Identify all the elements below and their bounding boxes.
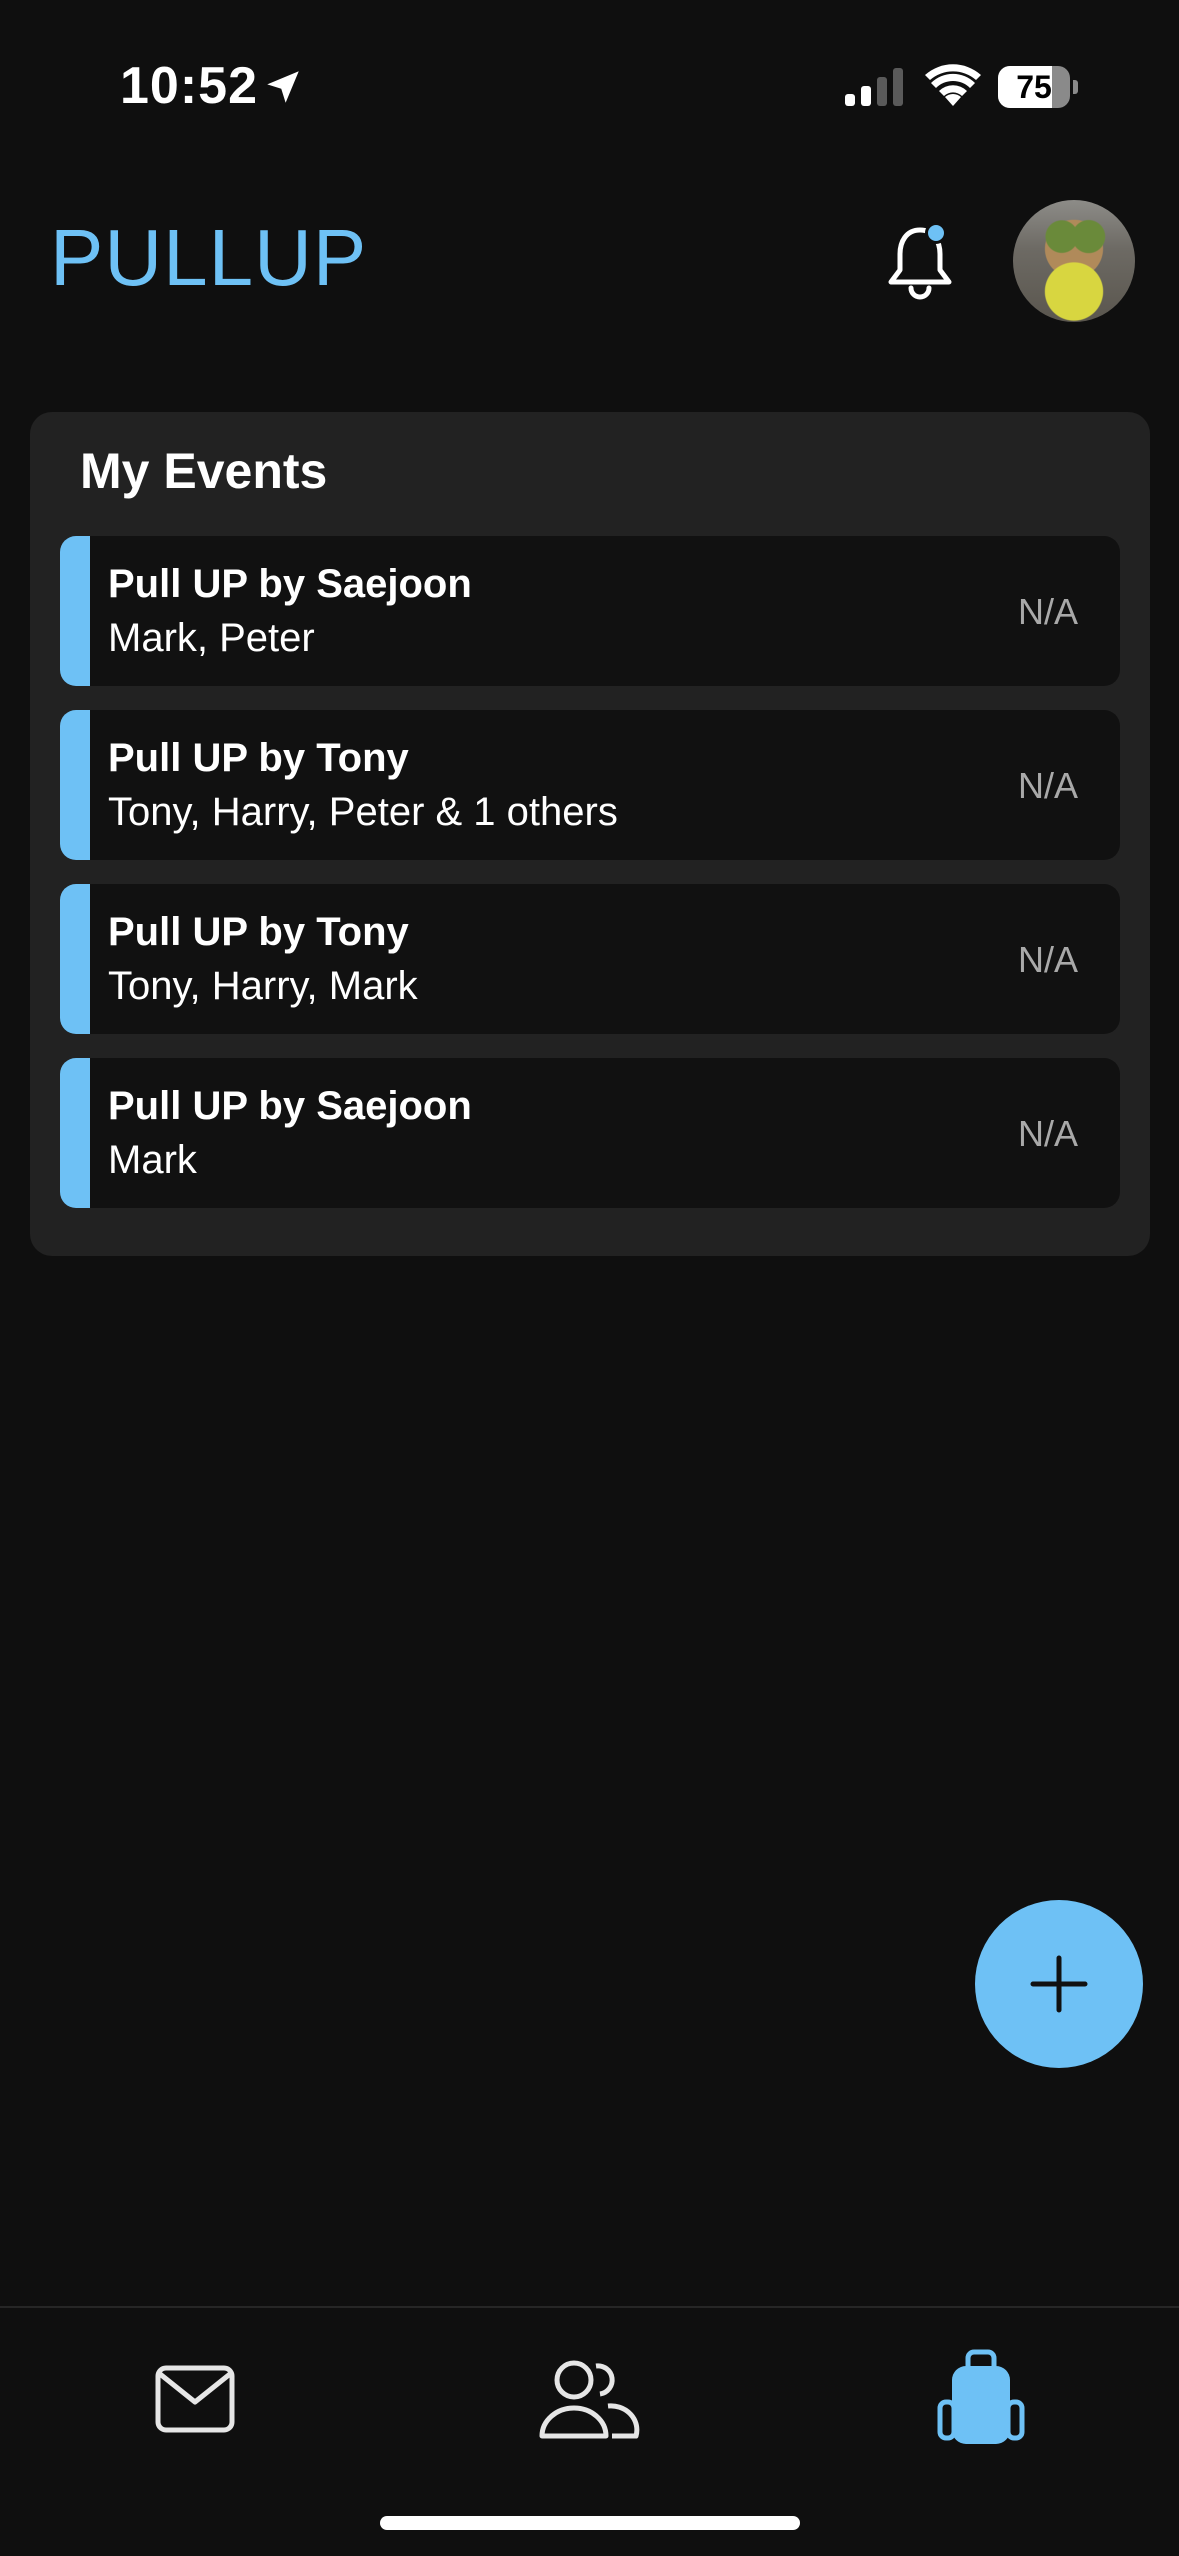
event-row[interactable]: Pull UP by Saejoon Mark, Peter N/A xyxy=(60,536,1120,686)
tab-friends[interactable] xyxy=(534,2344,644,2454)
add-event-button[interactable] xyxy=(975,1900,1143,2068)
event-row[interactable]: Pull UP by Tony Tony, Harry, Mark N/A xyxy=(60,884,1120,1034)
event-accent-bar xyxy=(60,536,90,686)
event-attendees: Mark xyxy=(108,1138,197,1182)
event-name: Pull UP by Tony xyxy=(108,736,409,780)
event-status: N/A xyxy=(1017,591,1078,632)
event-status: N/A xyxy=(1017,1113,1078,1154)
plus-icon xyxy=(1030,1955,1088,2013)
location-arrow-icon xyxy=(267,71,299,103)
people-icon xyxy=(539,2360,640,2439)
battery-indicator: 75 xyxy=(998,66,1078,108)
event-attendees: Mark, Peter xyxy=(108,616,315,660)
my-events-card: My Events Pull UP by Saejoon Mark, Peter… xyxy=(30,412,1150,1256)
my-events-title: My Events xyxy=(80,443,328,499)
event-accent-bar xyxy=(60,1058,90,1208)
wifi-icon xyxy=(925,64,981,106)
event-status: N/A xyxy=(1017,765,1078,806)
event-attendees: Tony, Harry, Mark xyxy=(108,964,418,1008)
event-accent-bar xyxy=(60,710,90,860)
status-time: 10:52 xyxy=(120,57,258,115)
app-title: PULLUP xyxy=(50,213,368,302)
cellular-signal-icon xyxy=(845,68,903,106)
battery-percent: 75 xyxy=(1016,69,1052,105)
tab-events[interactable] xyxy=(926,2344,1036,2454)
backpack-icon xyxy=(937,2349,1025,2444)
event-attendees: Tony, Harry, Peter & 1 others xyxy=(108,790,618,834)
event-row[interactable]: Pull UP by Tony Tony, Harry, Peter & 1 o… xyxy=(60,710,1120,860)
home-indicator xyxy=(380,2516,800,2530)
mail-icon xyxy=(155,2365,235,2433)
notification-dot xyxy=(925,222,947,244)
event-accent-bar xyxy=(60,884,90,1034)
tab-messages[interactable] xyxy=(140,2344,250,2454)
status-bar: 10:52 75 xyxy=(0,0,1179,150)
event-status: N/A xyxy=(1017,939,1078,980)
avatar[interactable] xyxy=(1013,200,1135,322)
event-name: Pull UP by Saejoon xyxy=(108,562,472,606)
event-row[interactable]: Pull UP by Saejoon Mark N/A xyxy=(60,1058,1120,1208)
event-name: Pull UP by Saejoon xyxy=(108,1084,472,1128)
notification-bell-icon[interactable] xyxy=(880,222,960,302)
event-name: Pull UP by Tony xyxy=(108,910,409,954)
